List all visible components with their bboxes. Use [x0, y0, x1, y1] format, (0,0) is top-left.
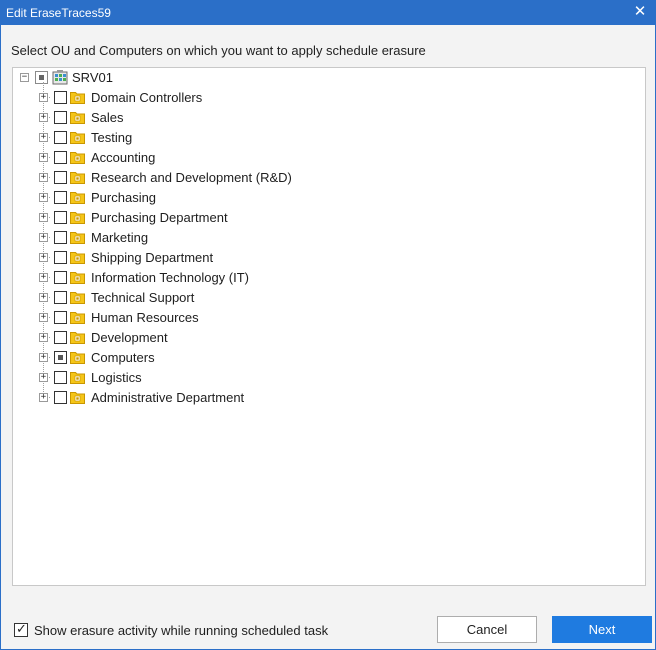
tree-item[interactable]: + Research and Development (R&D): [13, 168, 645, 188]
expand-icon[interactable]: +: [39, 153, 48, 162]
title-bar: Edit EraseTraces59 ✕: [1, 1, 655, 25]
tree-item-checkbox[interactable]: [54, 131, 67, 144]
tree-item[interactable]: + Shipping Department: [13, 248, 645, 268]
ou-tree[interactable]: − SRV01 + Domain Controllers + Sales + Testin…: [12, 67, 646, 586]
expand-icon[interactable]: +: [39, 253, 48, 262]
window-title: Edit EraseTraces59: [6, 6, 111, 20]
tree-item[interactable]: + Domain Controllers: [13, 88, 645, 108]
tree-item-label: Human Resources: [91, 310, 199, 325]
tree-item-checkbox[interactable]: [54, 331, 67, 344]
tree-item[interactable]: + Human Resources: [13, 308, 645, 328]
expand-icon[interactable]: +: [39, 233, 48, 242]
instruction-text: Select OU and Computers on which you wan…: [11, 43, 426, 58]
tree-item-label: Domain Controllers: [91, 90, 203, 105]
close-icon[interactable]: ✕: [631, 3, 649, 21]
tree-item[interactable]: + Testing: [13, 128, 645, 148]
expand-icon[interactable]: +: [39, 273, 48, 282]
tree-item-label: Accounting: [91, 150, 156, 165]
folder-icon: [70, 152, 85, 164]
show-activity-label: Show erasure activity while running sche…: [34, 623, 329, 638]
folder-icon: [70, 392, 85, 404]
tree-item-label: Logistics: [91, 370, 142, 385]
cancel-button[interactable]: Cancel: [437, 616, 537, 643]
tree-item-checkbox[interactable]: [54, 151, 67, 164]
tree-item-label: Purchasing Department: [91, 210, 228, 225]
tree-item-checkbox[interactable]: [54, 271, 67, 284]
tree-item-checkbox[interactable]: [54, 171, 67, 184]
tree-item-checkbox[interactable]: [54, 191, 67, 204]
tree-item-checkbox[interactable]: [54, 231, 67, 244]
expand-icon[interactable]: +: [39, 213, 48, 222]
tree-item-checkbox[interactable]: [54, 391, 67, 404]
folder-icon: [70, 232, 85, 244]
tree-item-checkbox[interactable]: [54, 371, 67, 384]
tree-item[interactable]: + Logistics: [13, 368, 645, 388]
expand-icon[interactable]: +: [39, 173, 48, 182]
expand-icon[interactable]: +: [39, 193, 48, 202]
tree-item[interactable]: + Purchasing Department: [13, 208, 645, 228]
tree-item-checkbox[interactable]: [54, 251, 67, 264]
tree-root-label: SRV01: [72, 70, 113, 85]
tree-item-label: Technical Support: [91, 290, 195, 305]
folder-icon: [70, 352, 85, 364]
tree-item-checkbox[interactable]: [54, 291, 67, 304]
tree-item-checkbox[interactable]: [54, 211, 67, 224]
folder-icon: [70, 312, 85, 324]
tree-item-label: Purchasing: [91, 190, 157, 205]
folder-icon: [70, 272, 85, 284]
server-icon: [52, 70, 68, 85]
folder-icon: [70, 332, 85, 344]
root-checkbox[interactable]: [35, 71, 48, 84]
expand-icon[interactable]: +: [39, 373, 48, 382]
folder-icon: [70, 112, 85, 124]
checkmark-icon: ✓: [16, 621, 27, 636]
tree-item-checkbox[interactable]: [54, 311, 67, 324]
tree-item-label: Development: [91, 330, 168, 345]
expand-icon[interactable]: +: [39, 333, 48, 342]
tree-item-label: Research and Development (R&D): [91, 170, 292, 185]
folder-icon: [70, 212, 85, 224]
tree-item-checkbox[interactable]: [54, 91, 67, 104]
tree-item[interactable]: + Purchasing: [13, 188, 645, 208]
tree-item[interactable]: + Technical Support: [13, 288, 645, 308]
expand-icon[interactable]: +: [39, 393, 48, 402]
expand-icon[interactable]: +: [39, 113, 48, 122]
expand-icon[interactable]: +: [39, 313, 48, 322]
tree-root-node[interactable]: − SRV01: [13, 68, 313, 88]
tree-item-label: Administrative Department: [91, 390, 245, 405]
dialog-window: Edit EraseTraces59 ✕ Select OU and Compu…: [0, 0, 656, 650]
folder-icon: [70, 292, 85, 304]
tree-item-checkbox[interactable]: [54, 111, 67, 124]
expand-icon[interactable]: +: [39, 133, 48, 142]
tree-item-label: Testing: [91, 130, 133, 145]
tree-item[interactable]: + Marketing: [13, 228, 645, 248]
tree-item[interactable]: + Information Technology (IT): [13, 268, 645, 288]
tree-item-label: Computers: [91, 350, 155, 365]
expand-icon[interactable]: +: [39, 93, 48, 102]
show-activity-checkbox[interactable]: ✓: [14, 621, 28, 637]
tree-item-checkbox[interactable]: [54, 351, 67, 364]
collapse-icon[interactable]: −: [20, 73, 29, 82]
folder-icon: [70, 172, 85, 184]
folder-icon: [70, 252, 85, 264]
tree-item-label: Marketing: [91, 230, 149, 245]
next-button[interactable]: Next: [552, 616, 652, 643]
tree-item[interactable]: + Computers: [13, 348, 645, 368]
folder-icon: [70, 92, 85, 104]
tree-item-label: Information Technology (IT): [91, 270, 249, 285]
folder-icon: [70, 372, 85, 384]
tree-item[interactable]: + Development: [13, 328, 645, 348]
tree-item[interactable]: + Sales: [13, 108, 645, 128]
expand-icon[interactable]: +: [39, 353, 48, 362]
tree-item-label: Sales: [91, 110, 124, 125]
tree-item[interactable]: + Accounting: [13, 148, 645, 168]
tree-children: + Domain Controllers + Sales + Testing + Accoun…: [13, 88, 645, 408]
folder-icon: [70, 192, 85, 204]
tree-item-label: Shipping Department: [91, 250, 214, 265]
tree-item[interactable]: + Administrative Department: [13, 388, 645, 408]
expand-icon[interactable]: +: [39, 293, 48, 302]
folder-icon: [70, 132, 85, 144]
